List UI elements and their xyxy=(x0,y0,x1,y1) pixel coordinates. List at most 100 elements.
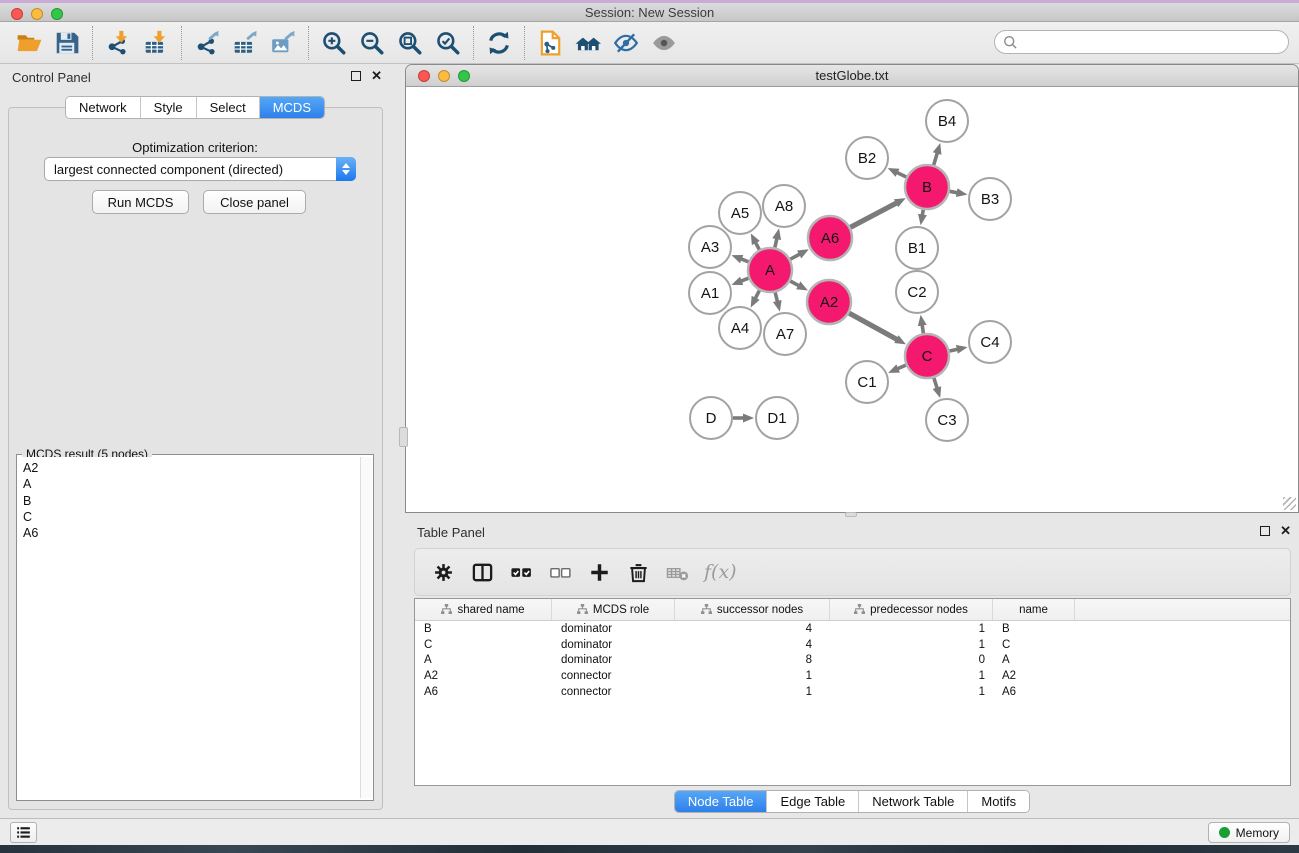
cell-MCDS-role[interactable]: dominator xyxy=(552,639,675,651)
memory-button[interactable]: Memory xyxy=(1208,822,1290,843)
table-row[interactable]: A2connector11A2 xyxy=(415,668,1290,684)
table-row[interactable]: A6connector11A6 xyxy=(415,684,1290,700)
tab-network[interactable]: Network xyxy=(66,97,140,118)
search-box[interactable] xyxy=(994,30,1289,54)
network-canvas[interactable]: B4B2BB3A8A5A6A3B1AC2A1A2A4A7C4CC1DD1C3 xyxy=(406,87,1298,512)
cell-successor-nodes[interactable]: 1 xyxy=(675,670,830,682)
tab-motifs[interactable]: Motifs xyxy=(967,791,1029,812)
edge-A-A7[interactable] xyxy=(775,292,777,302)
mcds-result-list[interactable]: A2ABCA6 xyxy=(19,457,359,798)
import-network-icon[interactable] xyxy=(99,26,137,60)
table-row[interactable]: Bdominator41B xyxy=(415,621,1290,637)
gear-icon[interactable] xyxy=(425,553,462,591)
network-window-titlebar[interactable]: testGlobe.txt xyxy=(406,65,1298,87)
cell-predecessor-nodes[interactable]: 1 xyxy=(830,686,993,698)
edge-C-C2[interactable] xyxy=(922,325,923,334)
import-table-icon[interactable] xyxy=(137,26,175,60)
edge-B-B3[interactable] xyxy=(950,191,958,193)
search-input[interactable] xyxy=(1023,33,1288,51)
save-icon[interactable] xyxy=(48,26,86,60)
edge-A-A6[interactable] xyxy=(790,254,800,259)
table-row[interactable]: Adominator80A xyxy=(415,653,1290,669)
column-header-name[interactable]: name xyxy=(993,599,1075,620)
edge-A-A4[interactable] xyxy=(755,290,759,298)
float-panel-icon[interactable] xyxy=(351,71,361,81)
edge-C-C4[interactable] xyxy=(950,349,958,351)
close-panel-button[interactable]: Close panel xyxy=(203,190,306,214)
edge-B-B1[interactable] xyxy=(922,210,923,216)
edge-A-A1[interactable] xyxy=(741,278,749,281)
edge-B-B4[interactable] xyxy=(934,153,938,165)
trash-icon[interactable] xyxy=(620,553,657,591)
result-scrollbar[interactable] xyxy=(360,457,372,798)
tab-select[interactable]: Select xyxy=(196,97,259,118)
edge-B-B2[interactable] xyxy=(897,172,907,177)
column-header-successor-nodes[interactable]: successor nodes xyxy=(675,599,830,620)
checkboxes-unchecked-icon[interactable] xyxy=(542,553,579,591)
home-icon[interactable] xyxy=(569,26,607,60)
cell-successor-nodes[interactable]: 1 xyxy=(675,686,830,698)
export-image-icon[interactable] xyxy=(264,26,302,60)
refresh-icon[interactable] xyxy=(480,26,518,60)
zoom-out-icon[interactable] xyxy=(353,26,391,60)
float-table-panel-icon[interactable] xyxy=(1260,526,1270,536)
cell-shared-name[interactable]: A2 xyxy=(415,670,552,682)
result-item[interactable]: C xyxy=(23,509,359,525)
cell-predecessor-nodes[interactable]: 1 xyxy=(830,670,993,682)
result-item[interactable]: A xyxy=(23,476,359,492)
cell-name[interactable]: C xyxy=(993,639,1075,651)
edge-C-C3[interactable] xyxy=(934,378,937,389)
edge-A-A3[interactable] xyxy=(741,259,749,262)
column-header-MCDS-role[interactable]: MCDS role xyxy=(552,599,675,620)
cell-shared-name[interactable]: B xyxy=(415,623,552,635)
cell-successor-nodes[interactable]: 4 xyxy=(675,623,830,635)
network-document-icon[interactable] xyxy=(531,26,569,60)
tab-style[interactable]: Style xyxy=(140,97,196,118)
splitter-handle[interactable] xyxy=(845,512,857,517)
zoom-in-icon[interactable] xyxy=(315,26,353,60)
cell-successor-nodes[interactable]: 4 xyxy=(675,639,830,651)
cell-MCDS-role[interactable]: connector xyxy=(552,670,675,682)
export-table-icon[interactable] xyxy=(226,26,264,60)
edge-A-A2[interactable] xyxy=(790,281,799,286)
column-header-predecessor-nodes[interactable]: predecessor nodes xyxy=(830,599,993,620)
close-table-panel-icon[interactable]: ✕ xyxy=(1280,526,1291,536)
checkboxes-checked-icon[interactable] xyxy=(503,553,540,591)
result-item[interactable]: B xyxy=(23,493,359,509)
cell-name[interactable]: A2 xyxy=(993,670,1075,682)
result-item[interactable]: A6 xyxy=(23,525,359,541)
edge-C-C1[interactable] xyxy=(897,365,906,369)
edge-A-A5[interactable] xyxy=(755,242,759,249)
cell-MCDS-role[interactable]: connector xyxy=(552,686,675,698)
run-mcds-button[interactable]: Run MCDS xyxy=(92,190,189,214)
table-row[interactable]: Cdominator41C xyxy=(415,637,1290,653)
cell-shared-name[interactable]: C xyxy=(415,639,552,651)
cell-MCDS-role[interactable]: dominator xyxy=(552,623,675,635)
export-network-icon[interactable] xyxy=(188,26,226,60)
tab-node-table[interactable]: Node Table xyxy=(675,791,767,812)
cell-name[interactable]: A6 xyxy=(993,686,1075,698)
cell-name[interactable]: B xyxy=(993,623,1075,635)
cell-predecessor-nodes[interactable]: 0 xyxy=(830,654,993,666)
cell-successor-nodes[interactable]: 8 xyxy=(675,654,830,666)
zoom-fit-icon[interactable] xyxy=(391,26,429,60)
cell-MCDS-role[interactable]: dominator xyxy=(552,654,675,666)
criterion-dropdown[interactable]: largest connected component (directed) xyxy=(44,157,356,181)
task-history-button[interactable] xyxy=(10,822,37,843)
zoom-selected-icon[interactable] xyxy=(429,26,467,60)
plus-icon[interactable] xyxy=(581,553,618,591)
close-panel-icon[interactable]: ✕ xyxy=(371,71,382,81)
resize-grip[interactable] xyxy=(1283,497,1296,510)
edge-A6-B[interactable] xyxy=(850,203,897,228)
edge-A2-C[interactable] xyxy=(849,313,897,340)
splitter-handle[interactable] xyxy=(399,427,408,447)
open-folder-icon[interactable] xyxy=(10,26,48,60)
tab-mcds[interactable]: MCDS xyxy=(259,97,324,118)
cell-predecessor-nodes[interactable]: 1 xyxy=(830,639,993,651)
cell-predecessor-nodes[interactable]: 1 xyxy=(830,623,993,635)
tab-edge-table[interactable]: Edge Table xyxy=(766,791,858,812)
column-header-shared-name[interactable]: shared name xyxy=(415,599,552,620)
columns-icon[interactable] xyxy=(464,553,501,591)
show-network-icon[interactable] xyxy=(645,26,683,60)
hide-network-icon[interactable] xyxy=(607,26,645,60)
